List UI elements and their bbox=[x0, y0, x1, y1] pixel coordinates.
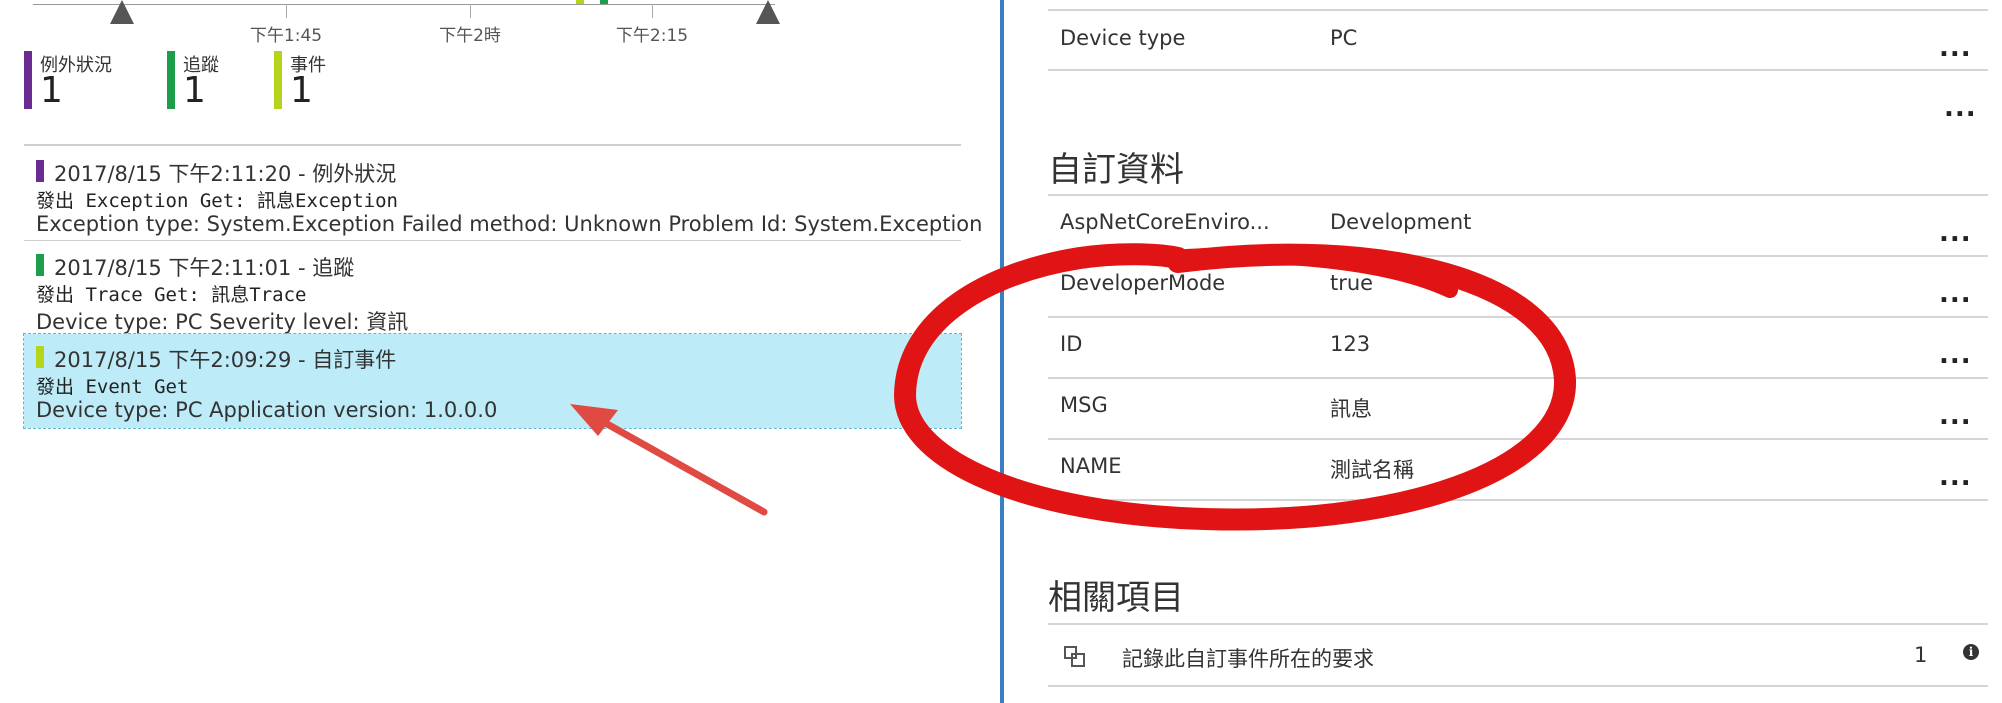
more-options-icon[interactable]: ... bbox=[1939, 342, 1972, 368]
property-key: MSG bbox=[1060, 393, 1108, 417]
row-divider bbox=[1048, 623, 1988, 625]
property-row-device-type: Device type PC bbox=[1048, 10, 1988, 70]
property-value: 訊息 bbox=[1330, 397, 1372, 421]
property-value: Development bbox=[1330, 210, 1472, 234]
custom-data-title: 自訂資料 bbox=[1048, 150, 1184, 190]
property-key: DeveloperMode bbox=[1060, 271, 1226, 295]
event-list-pane: 下午1:45 下午2時 下午2:15 例外狀況 1 追蹤 1 事件 1 2017… bbox=[0, 0, 1002, 703]
more-options-icon[interactable]: ... bbox=[1939, 35, 1972, 61]
more-options-icon[interactable]: ... bbox=[1939, 403, 1972, 429]
info-icon[interactable]: i bbox=[1963, 644, 1979, 660]
property-key: Device type bbox=[1060, 26, 1186, 50]
related-items-title: 相關項目 bbox=[1048, 578, 1184, 618]
annotation-arrow bbox=[570, 404, 768, 516]
row-divider bbox=[1048, 499, 1988, 501]
property-value: true bbox=[1330, 271, 1374, 295]
property-key: AspNetCoreEnviro... bbox=[1060, 210, 1270, 234]
property-row-name: NAME 測試名稱 bbox=[1048, 438, 1988, 498]
property-row-msg: MSG 訊息 bbox=[1048, 377, 1988, 437]
properties-pane: Device type PC ... ... 自訂資料 AspNetCoreEn… bbox=[1004, 0, 2002, 703]
related-request-icon bbox=[1064, 646, 1085, 667]
more-options-icon[interactable]: ... bbox=[1939, 281, 1972, 307]
more-options-icon[interactable]: ... bbox=[1944, 95, 1977, 121]
property-value: 測試名稱 bbox=[1330, 458, 1414, 482]
row-divider bbox=[1048, 685, 1988, 687]
more-options-icon[interactable]: ... bbox=[1939, 464, 1972, 490]
property-row-aspnetcore-env: AspNetCoreEnviro... Development bbox=[1048, 194, 1988, 254]
property-row-developer-mode: DeveloperMode true bbox=[1048, 255, 1988, 315]
related-request-link[interactable]: 記錄此自訂事件所在的要求 bbox=[1122, 643, 1374, 673]
related-request-count: 1 bbox=[1914, 643, 1928, 667]
property-value: PC bbox=[1330, 26, 1358, 50]
property-value: 123 bbox=[1330, 332, 1371, 356]
more-options-icon[interactable]: ... bbox=[1939, 220, 1972, 246]
property-row-id: ID 123 bbox=[1048, 316, 1988, 376]
property-key: NAME bbox=[1060, 454, 1122, 478]
property-key: ID bbox=[1060, 332, 1083, 356]
row-divider bbox=[1048, 69, 1988, 71]
